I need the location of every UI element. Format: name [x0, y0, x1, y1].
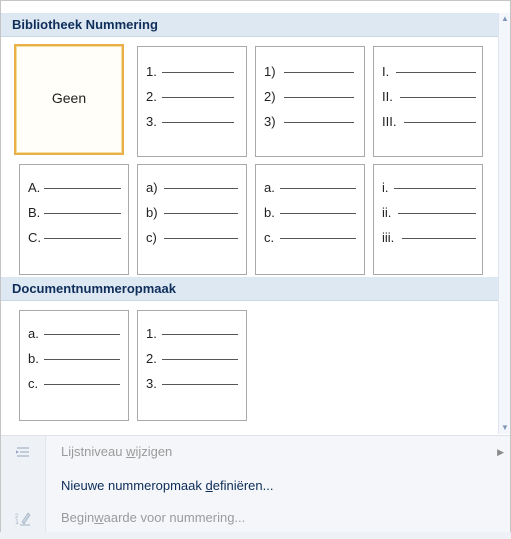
marker: c)	[146, 230, 157, 245]
define-new-number-format-label: Nieuwe nummeropmaak definiëren...	[61, 478, 274, 493]
marker: i.	[382, 180, 389, 195]
marker: ii.	[382, 205, 392, 220]
define-new-number-format-menu-item[interactable]: Nieuwe nummeropmaak definiëren...	[1, 473, 510, 499]
library-header: Bibliotheek Nummering	[1, 13, 498, 37]
marker: a)	[146, 180, 158, 195]
gallery-menu-area: Lijstniveau wijzigen ▶ Nieuwe nummeropma…	[1, 435, 510, 538]
numbering-tile-decimal-period[interactable]: 1. 2. 3.	[137, 46, 247, 157]
change-list-level-label: Lijstniveau wijzigen	[61, 444, 173, 459]
marker: c.	[28, 376, 39, 391]
marker: c.	[264, 230, 275, 245]
set-numbering-value-menu-item[interactable]: 1 2 Beginwaarde voor nummering...	[1, 505, 510, 531]
document-numbering-tile-decimal[interactable]: 1. 2. 3.	[137, 310, 247, 421]
marker: a.	[28, 326, 39, 341]
svg-text:1: 1	[15, 519, 19, 526]
document-formats-header: Documentnummeropmaak	[1, 277, 498, 301]
marker: A.	[28, 180, 41, 195]
marker: 1)	[264, 64, 276, 79]
marker: C.	[28, 230, 41, 245]
marker: 3.	[146, 114, 157, 129]
marker: 2.	[146, 351, 157, 366]
indent-level-icon	[16, 447, 29, 457]
set-numbering-value-label: Beginwaarde voor nummering...	[61, 510, 246, 525]
marker: b.	[28, 351, 39, 366]
marker: 3.	[146, 376, 157, 391]
marker: I.	[382, 64, 390, 79]
numbering-tile-none[interactable]: Geen	[14, 44, 124, 155]
gallery-scrollbar[interactable]: ▲ ▼	[498, 13, 510, 434]
scroll-down-icon[interactable]: ▼	[500, 422, 510, 434]
document-numbering-tile-lower-alpha[interactable]: a. b. c.	[19, 310, 129, 421]
marker: b)	[146, 205, 158, 220]
marker: iii.	[382, 230, 395, 245]
numbering-tile-upper-roman[interactable]: I. II. III.	[373, 46, 483, 157]
numbering-tile-upper-alpha[interactable]: A. B. C.	[19, 164, 129, 275]
scroll-up-icon[interactable]: ▲	[500, 13, 510, 25]
marker: a.	[264, 180, 275, 195]
numbering-gallery-panel: Bibliotheek Nummering Geen 1. 2. 3. 1) 2…	[0, 0, 511, 539]
bottom-strip	[0, 532, 511, 539]
marker: 3)	[264, 114, 276, 129]
none-label: Geen	[51, 90, 87, 106]
change-list-level-menu-item[interactable]: Lijstniveau wijzigen ▶	[1, 439, 510, 465]
marker: 1.	[146, 64, 157, 79]
numbering-tile-lower-alpha-paren[interactable]: a) b) c)	[137, 164, 247, 275]
numbering-tile-lower-alpha-period[interactable]: a. b. c.	[255, 164, 365, 275]
set-value-icon: 1 2	[15, 512, 31, 526]
marker: 2.	[146, 89, 157, 104]
marker: 1.	[146, 326, 157, 341]
marker: III.	[382, 114, 397, 129]
numbering-tile-decimal-paren[interactable]: 1) 2) 3)	[255, 46, 365, 157]
marker: B.	[28, 205, 41, 220]
marker: b.	[264, 205, 275, 220]
submenu-arrow-icon: ▶	[497, 447, 504, 457]
numbering-tile-lower-roman[interactable]: i. ii. iii.	[373, 164, 483, 275]
marker: II.	[382, 89, 393, 104]
marker: 2)	[264, 89, 276, 104]
